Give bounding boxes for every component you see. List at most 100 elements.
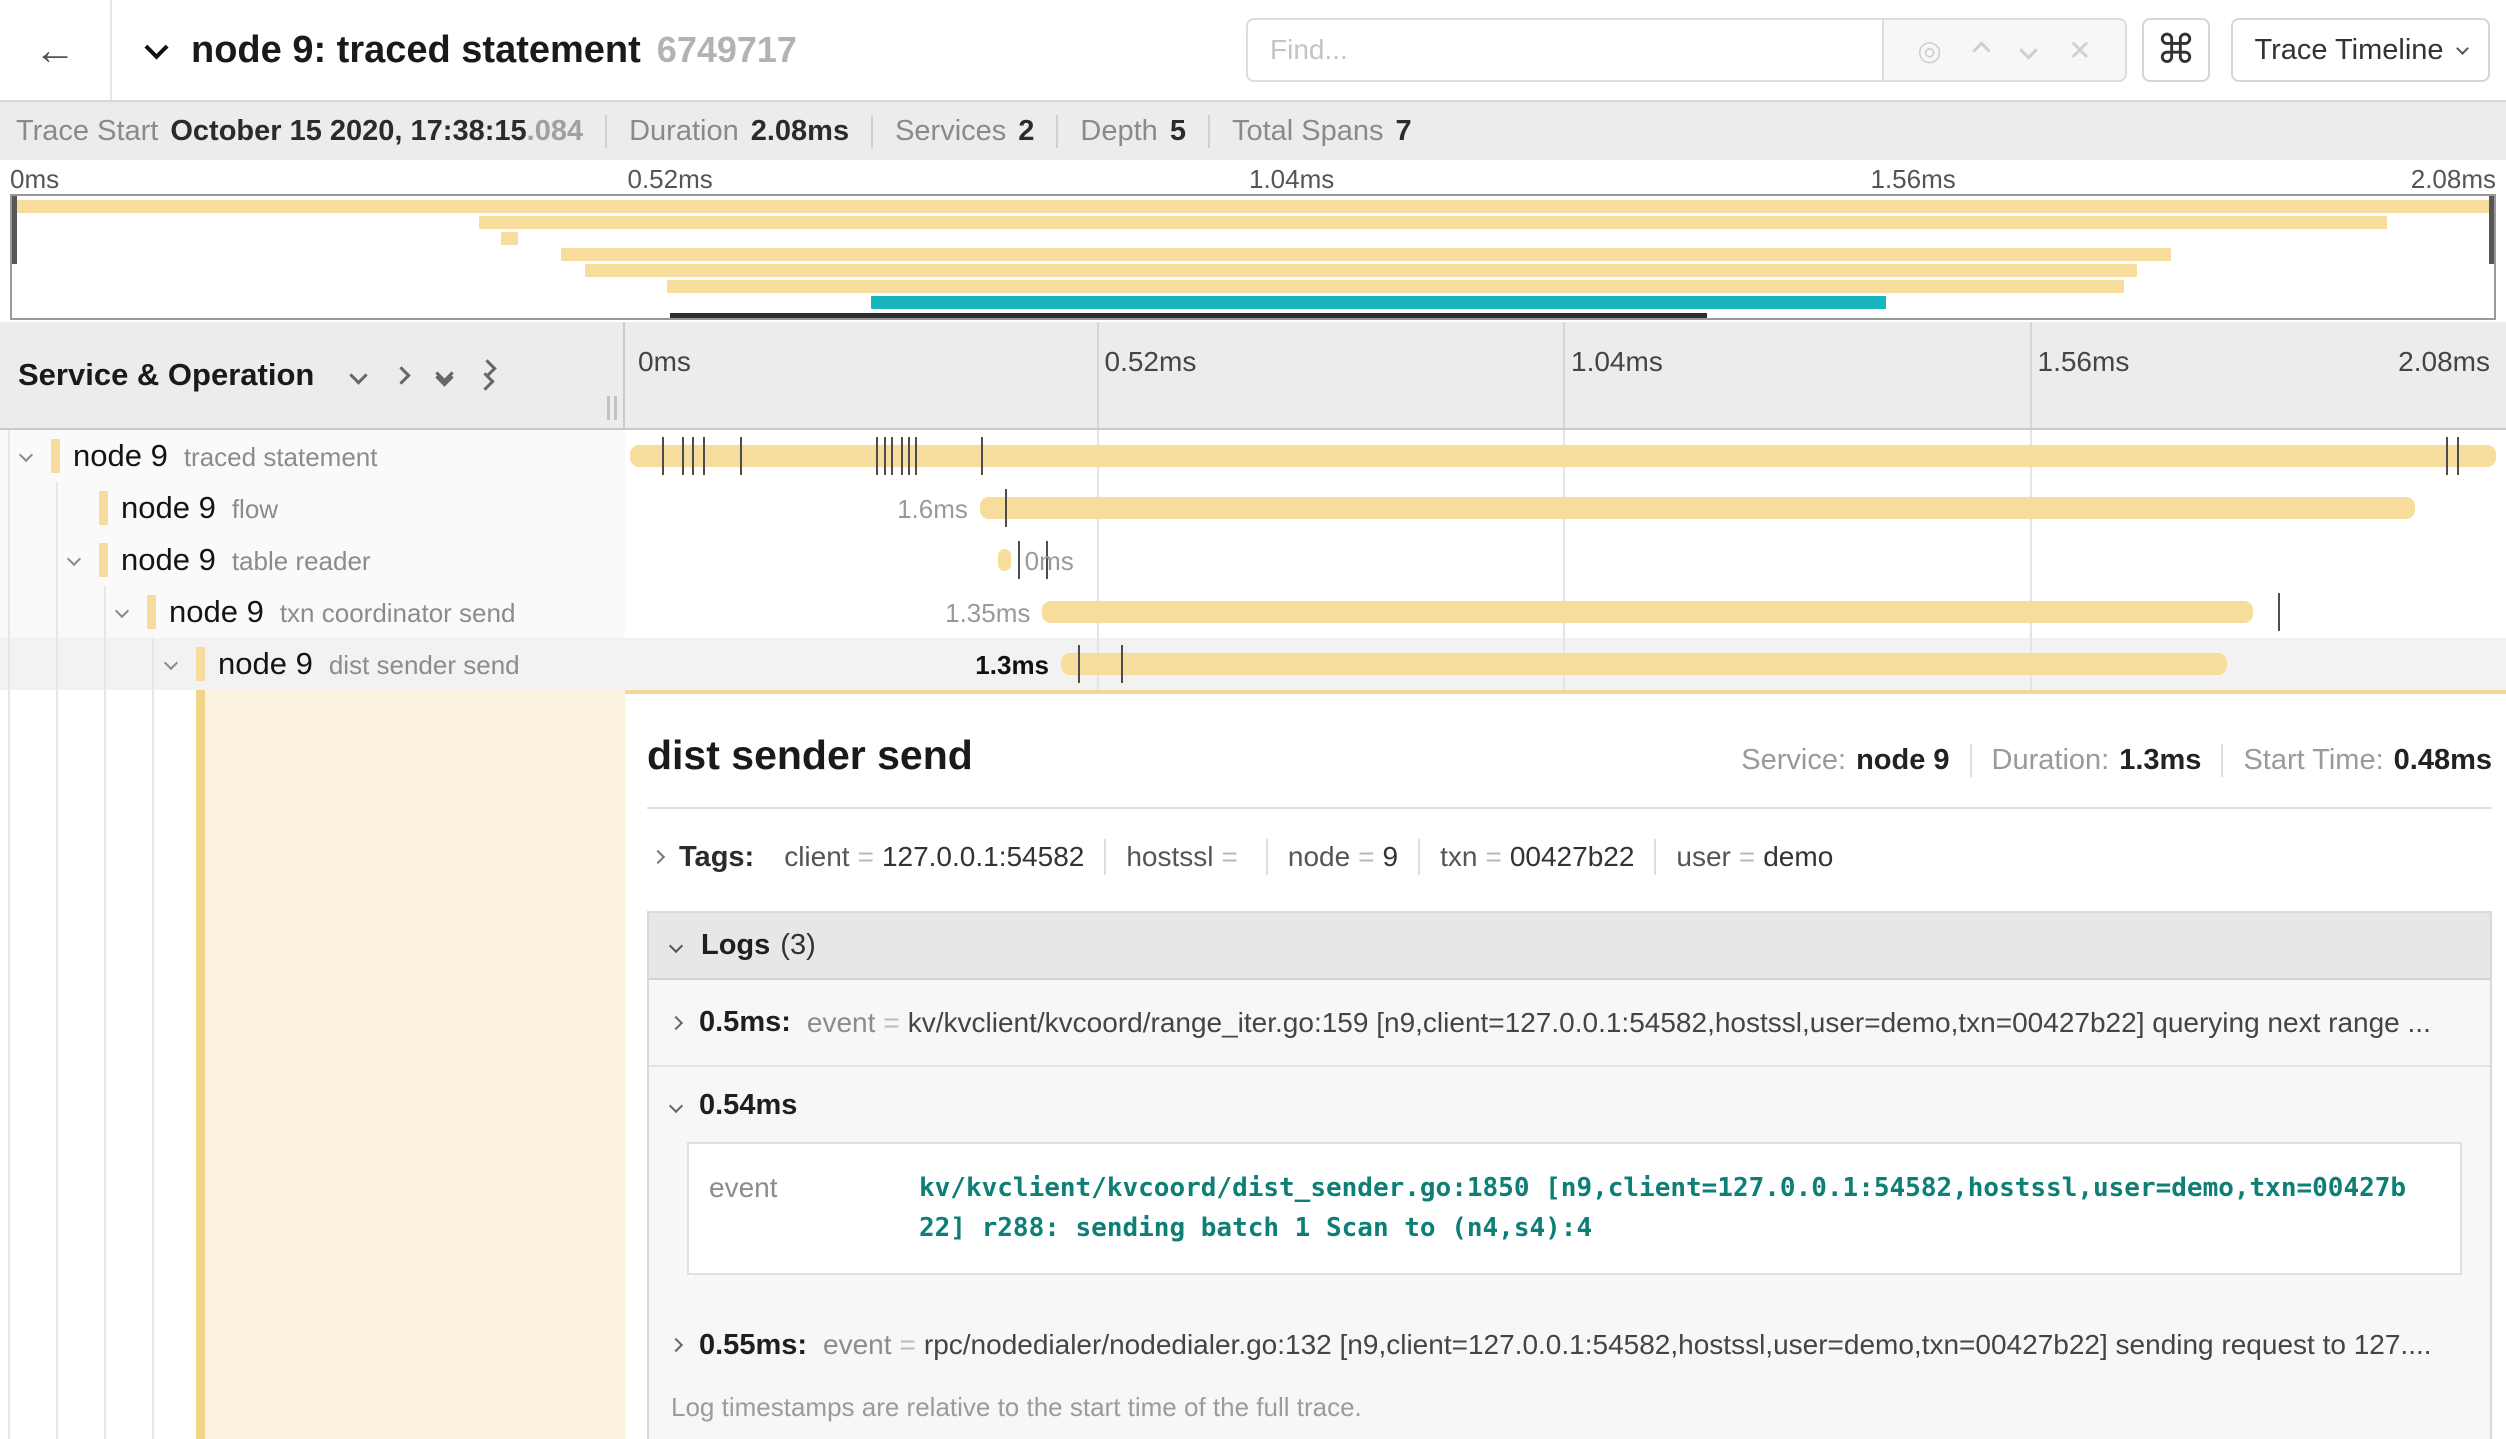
minimap-tick-labels: 0ms0.52ms1.04ms1.56ms2.08ms — [10, 164, 2496, 192]
find-input[interactable] — [1246, 18, 1882, 82]
row-collapse-chevron[interactable] — [67, 552, 81, 566]
tag-value: 00427b22 — [1510, 841, 1635, 872]
span-duration-label: 1.35ms — [945, 598, 1030, 629]
collapse-one-icon[interactable] — [352, 369, 365, 382]
row-collapse-chevron[interactable] — [115, 604, 129, 618]
tag-item: hostssl = — [1104, 839, 1266, 875]
logs-count: (3) — [780, 929, 815, 962]
tags-row[interactable]: Tags: client=127.0.0.1:54582hostssl=node… — [647, 839, 2492, 875]
back-button[interactable]: ← — [0, 0, 112, 100]
span-color-bar — [99, 543, 108, 577]
span-timeline-cell: 1.35ms — [630, 586, 2496, 638]
indent-guide — [56, 534, 58, 586]
find-next-icon[interactable] — [2019, 41, 2037, 59]
meta-label: Trace Start — [16, 115, 158, 148]
minimap-scrubber-left[interactable] — [12, 196, 17, 264]
meta-value-suffix: .084 — [527, 115, 583, 147]
trace-meta-bar: Trace StartOctober 15 2020, 17:38:15.084… — [0, 100, 2506, 160]
indent-guide — [8, 430, 10, 482]
indent-guide — [8, 638, 10, 690]
indent-guide — [56, 482, 58, 534]
span-duration-bar[interactable] — [980, 497, 2415, 519]
indent-guide — [152, 690, 154, 1439]
chevron-right-icon — [669, 1338, 683, 1352]
tag-item: client=127.0.0.1:54582 — [764, 839, 1104, 875]
log-field-equals: = — [883, 1007, 899, 1038]
span-detail-row: dist sender send Service:node 9Duration:… — [0, 690, 2506, 1439]
span-rows-area: node 9traced statementnode 9flow1.6msnod… — [0, 430, 2506, 1439]
log-entry-row[interactable]: 0.55ms:event=rpc/nodedialer/nodedialer.g… — [649, 1303, 2490, 1388]
log-tick-mark — [692, 437, 694, 475]
tag-key: hostssl — [1126, 841, 1213, 872]
minimap-span-bar — [501, 232, 518, 245]
span-accent-bar — [196, 690, 205, 1439]
chevron-right-icon — [669, 1015, 683, 1029]
log-field-value: rpc/nodedialer/nodedialer.go:132 [n9,cli… — [924, 1329, 2432, 1360]
trace-meta-item: Total Spans7 — [1208, 115, 1412, 148]
locate-icon[interactable]: ◎ — [1917, 34, 1941, 67]
find-clear-icon[interactable]: ✕ — [2068, 34, 2091, 67]
span-row[interactable]: node 9traced statement — [0, 430, 2506, 482]
span-duration-bar[interactable] — [998, 549, 1011, 571]
detail-span-meta: Service:node 9Duration:1.3msStart Time:0… — [1741, 744, 2492, 777]
span-row[interactable]: node 9txn coordinator send 1.35ms — [0, 586, 2506, 638]
meta-value: 2.08ms — [751, 115, 849, 148]
log-tick-mark — [2457, 437, 2459, 475]
expand-all-icon[interactable] — [481, 362, 494, 388]
ruler-tick-label: 1.56ms — [2030, 346, 2130, 378]
log-tick-mark — [891, 437, 893, 475]
minimap-tick-label: 0ms — [10, 164, 59, 195]
log-tick-mark — [915, 437, 917, 475]
column-resize-handle[interactable] — [607, 396, 617, 420]
collapse-all-icon[interactable] — [438, 367, 451, 384]
span-duration-label: 0ms — [1025, 546, 1074, 577]
span-name-column: node 9txn coordinator send — [0, 586, 625, 638]
chevron-down-icon — [669, 938, 683, 952]
span-name-column: node 9traced statement — [0, 430, 625, 482]
trace-timeline-page: ← node 9: traced statement 6749717 ◎ ✕ ⌘… — [0, 0, 2506, 1439]
log-tick-mark — [703, 437, 705, 475]
span-operation-name: table reader — [232, 546, 371, 576]
title-collapse-chevron[interactable] — [148, 39, 165, 61]
row-collapse-chevron[interactable] — [19, 448, 33, 462]
span-name-column: node 9table reader — [0, 534, 625, 586]
tag-key: user — [1676, 841, 1730, 872]
span-row[interactable]: node 9flow1.6ms — [0, 482, 2506, 534]
tag-item: node=9 — [1266, 839, 1418, 875]
log-tick-mark — [884, 437, 886, 475]
minimap-tick-label: 0.52ms — [628, 164, 713, 195]
span-color-bar — [147, 595, 156, 629]
minimap-tick-label: 2.08ms — [2411, 164, 2496, 195]
span-row[interactable]: node 9table reader 0ms — [0, 534, 2506, 586]
keyboard-shortcuts-button[interactable]: ⌘ — [2142, 18, 2210, 82]
ruler-tick-label: 1.04ms — [1563, 346, 1663, 378]
minimap-scrubber-right[interactable] — [2489, 196, 2494, 264]
span-color-bar — [196, 647, 205, 681]
span-row[interactable]: node 9dist sender send1.3ms — [0, 638, 2506, 690]
tag-equals: = — [1222, 841, 1238, 872]
find-prev-icon[interactable] — [1973, 41, 1991, 59]
detail-meta-label: Start Time: — [2243, 744, 2383, 776]
minimap-canvas[interactable] — [10, 194, 2496, 320]
expand-one-icon[interactable] — [395, 369, 408, 382]
log-timestamp: 0.5ms: — [699, 1006, 791, 1039]
span-duration-bar[interactable] — [1042, 601, 2253, 623]
tag-equals: = — [1739, 841, 1755, 872]
indent-guide — [56, 586, 58, 638]
indent-guide — [8, 586, 10, 638]
ruler-tick-label: 0ms — [630, 346, 691, 378]
indent-guide — [8, 482, 10, 534]
log-expanded-header[interactable]: 0.54ms — [671, 1089, 2468, 1122]
minimap-span-bar — [479, 216, 2388, 229]
tag-equals: = — [1358, 841, 1374, 872]
logs-header[interactable]: Logs (3) — [649, 913, 2490, 980]
log-tick-mark — [1018, 541, 1020, 579]
service-operation-title: Service & Operation — [18, 357, 314, 393]
row-collapse-chevron[interactable] — [164, 656, 178, 670]
log-entry-row[interactable]: 0.5ms:event=kv/kvclient/kvcoord/range_it… — [649, 980, 2490, 1065]
log-field-key: event — [807, 1007, 876, 1038]
view-selector-button[interactable]: Trace Timeline — [2231, 18, 2490, 82]
span-duration-bar[interactable] — [1061, 653, 2227, 675]
tag-value: 127.0.0.1:54582 — [882, 841, 1084, 872]
log-field-equals: = — [900, 1329, 916, 1360]
